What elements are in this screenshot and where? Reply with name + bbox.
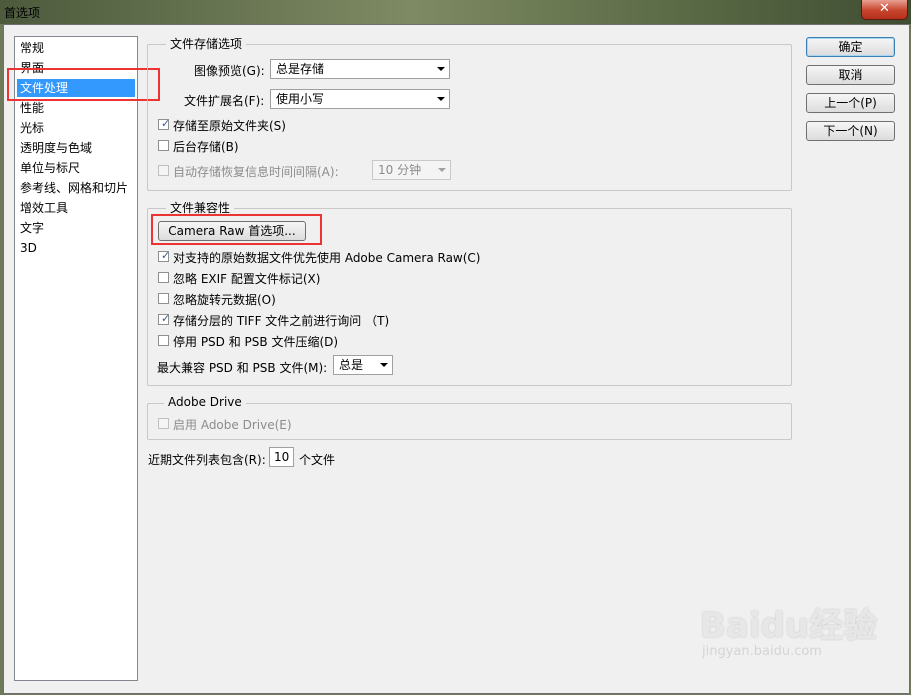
nav-item-guides-grid-slices[interactable]: 参考线、网格和切片: [17, 179, 135, 197]
ignore-rotation-label[interactable]: 忽略旋转元数据(O): [173, 291, 276, 308]
recent-files-label: 近期文件列表包含(R):: [148, 453, 266, 467]
extension-value: 使用小写: [276, 92, 325, 106]
nav-item-transparency-gamut[interactable]: 透明度与色域: [17, 139, 135, 157]
previous-button[interactable]: 上一个(P): [806, 93, 895, 113]
image-preview-value: 总是存储: [276, 62, 325, 76]
ask-tiff-label[interactable]: 存储分层的 TIFF 文件之前进行询问 （T): [173, 312, 389, 329]
dialog-body: 常规 界面 文件处理 性能 光标 透明度与色域 单位与标尺 参考线、网格和切片 …: [3, 24, 910, 694]
background-save-checkbox[interactable]: [158, 140, 169, 151]
ask-tiff-checkbox[interactable]: ✓: [158, 312, 171, 325]
maximize-compat-label: 最大兼容 PSD 和 PSB 文件(M):: [157, 361, 328, 375]
prefer-camera-raw-checkbox[interactable]: ✓: [158, 249, 171, 262]
autosave-checkbox[interactable]: [158, 165, 169, 176]
category-list[interactable]: 常规 界面 文件处理 性能 光标 透明度与色域 单位与标尺 参考线、网格和切片 …: [14, 36, 138, 681]
save-to-original-label[interactable]: 存储至原始文件夹(S): [173, 117, 286, 134]
ignore-rotation-checkbox[interactable]: [158, 293, 169, 304]
nav-item-cursors[interactable]: 光标: [17, 119, 135, 137]
checkmark-icon: ✓: [161, 249, 171, 262]
maximize-compat-value: 总是: [339, 358, 364, 372]
watermark-url: jingyan.baidu.com: [702, 644, 822, 659]
nav-item-performance[interactable]: 性能: [17, 99, 135, 117]
extension-label: 文件扩展名(F):: [184, 94, 265, 108]
image-preview-label: 图像预览(G):: [194, 64, 265, 78]
baidu-watermark: Baidu经验 jingyan.baidu.com: [700, 598, 880, 668]
autosave-label: 自动存储恢复信息时间间隔(A):: [173, 165, 339, 179]
ignore-exif-label[interactable]: 忽略 EXIF 配置文件标记(X): [173, 270, 320, 287]
nav-item-general[interactable]: 常规: [17, 39, 135, 57]
chevron-down-icon: [437, 97, 445, 101]
close-button[interactable]: ✕: [861, 0, 908, 20]
window-title: 首选项: [4, 6, 41, 20]
ok-button[interactable]: 确定: [806, 37, 895, 57]
recent-files-suffix: 个文件: [299, 453, 336, 467]
adobe-drive-title: Adobe Drive: [164, 395, 246, 409]
file-saving-title: 文件存储选项: [166, 35, 247, 52]
nav-item-3d[interactable]: 3D: [17, 239, 135, 257]
enable-adobe-drive-label: 启用 Adobe Drive(E): [173, 418, 292, 432]
checkmark-icon: ✓: [161, 117, 171, 130]
highlight-box: [151, 214, 322, 245]
cancel-button[interactable]: 取消: [806, 65, 895, 85]
title-bar: 首选项 ✕: [0, 0, 911, 24]
enable-adobe-drive-checkbox[interactable]: [158, 418, 169, 429]
close-icon[interactable]: ✕: [879, 1, 890, 16]
nav-item-plugins[interactable]: 增效工具: [17, 199, 135, 217]
chevron-down-icon: [380, 363, 388, 367]
maximize-compat-select[interactable]: 总是: [333, 355, 393, 375]
autosave-interval-value: 10 分钟: [378, 163, 422, 177]
disable-compression-checkbox[interactable]: [158, 335, 169, 346]
next-button[interactable]: 下一个(N): [806, 121, 895, 141]
recent-files-input[interactable]: 10: [269, 447, 294, 467]
highlight-box: [7, 68, 160, 101]
nav-item-type[interactable]: 文字: [17, 219, 135, 237]
ignore-exif-checkbox[interactable]: [158, 272, 169, 283]
extension-select[interactable]: 使用小写: [270, 89, 450, 109]
chevron-down-icon: [438, 168, 446, 172]
background-save-label[interactable]: 后台存储(B): [173, 138, 239, 155]
autosave-interval-select[interactable]: 10 分钟: [372, 160, 451, 180]
prefer-camera-raw-label[interactable]: 对支持的原始数据文件优先使用 Adobe Camera Raw(C): [173, 249, 480, 266]
disable-compression-label[interactable]: 停用 PSD 和 PSB 文件压缩(D): [173, 333, 338, 350]
nav-item-units-rulers[interactable]: 单位与标尺: [17, 159, 135, 177]
image-preview-select[interactable]: 总是存储: [270, 59, 450, 79]
save-to-original-checkbox[interactable]: ✓: [158, 117, 171, 130]
chevron-down-icon: [437, 67, 445, 71]
watermark-logo: Baidu经验: [700, 606, 878, 646]
checkmark-icon: ✓: [161, 312, 171, 325]
